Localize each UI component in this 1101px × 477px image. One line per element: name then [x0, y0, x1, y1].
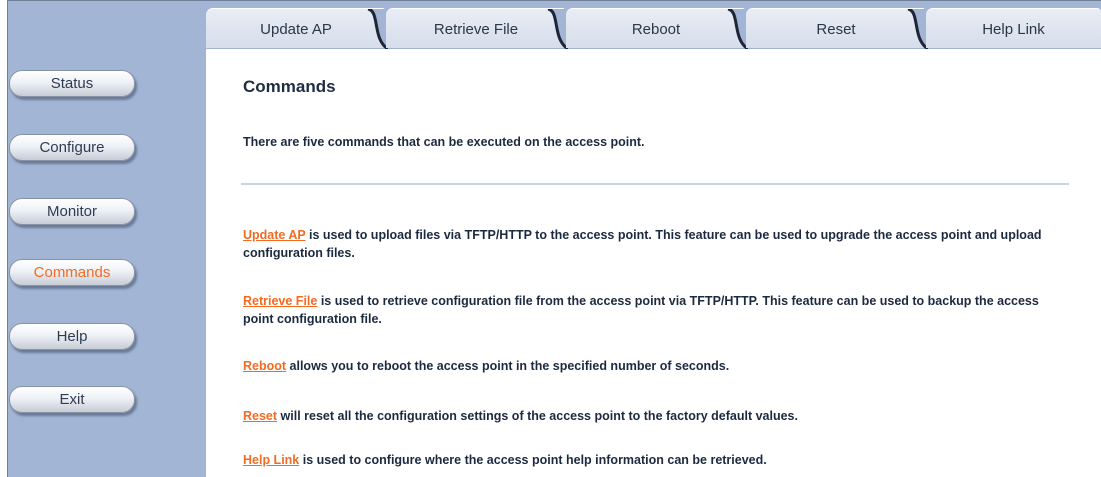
divider [241, 183, 1069, 185]
command-description-reset: Reset will reset all the configuration s… [243, 407, 1063, 425]
command-description-text: is used to retrieve configuration file f… [243, 294, 1039, 326]
command-description-text: is used to upload files via TFTP/HTTP to… [243, 228, 1042, 260]
tab-help-link[interactable]: Help Link [926, 8, 1101, 48]
command-description-reboot: Reboot allows you to reboot the access p… [243, 357, 1063, 375]
nav-exit-button[interactable]: Exit [9, 386, 135, 413]
nav-label: Monitor [46, 203, 98, 220]
update-ap-link[interactable]: Update AP [243, 228, 306, 242]
nav-status-button[interactable]: Status [9, 70, 135, 97]
nav-label: Commands [33, 264, 111, 281]
command-description-text: is used to configure where the access po… [299, 453, 767, 467]
nav-label: Status [50, 75, 94, 92]
page-title: Commands [243, 77, 336, 96]
nav-label: Exit [59, 391, 85, 408]
tab-curl [546, 9, 568, 49]
command-description-retrieve-file: Retrieve File is used to retrieve config… [243, 292, 1063, 328]
command-description-text: allows you to reboot the access point in… [286, 359, 730, 373]
tab-label: Update AP [260, 21, 332, 38]
command-description-update-ap: Update AP is used to upload files via TF… [243, 226, 1063, 262]
nav-help-button[interactable]: Help [9, 323, 135, 350]
tab-curl [726, 9, 748, 49]
nav-monitor-button[interactable]: Monitor [9, 198, 135, 225]
nav-label: Help [56, 328, 88, 345]
intro-text: There are five commands that can be exec… [243, 135, 645, 149]
reboot-link[interactable]: Reboot [243, 359, 286, 373]
nav-commands-button[interactable]: Commands [9, 259, 135, 286]
tab-label: Reset [816, 21, 856, 38]
tab-label: Retrieve File [433, 21, 519, 38]
retrieve-file-link[interactable]: Retrieve File [243, 294, 317, 308]
command-description-help-link: Help Link is used to configure where the… [243, 451, 1063, 469]
tab-label: Reboot [631, 21, 681, 38]
tab-reboot[interactable]: Reboot [566, 8, 748, 49]
tab-retrieve-file[interactable]: Retrieve File [386, 8, 568, 49]
tab-update-ap[interactable]: Update AP [206, 8, 388, 49]
tab-label: Help Link [982, 21, 1045, 38]
nav-label: Configure [39, 139, 105, 156]
tab-curl [366, 9, 388, 49]
command-description-text: will reset all the configuration setting… [277, 409, 798, 423]
tab-curl [906, 9, 928, 49]
tab-reset[interactable]: Reset [746, 8, 928, 49]
help-link-link[interactable]: Help Link [243, 453, 299, 467]
nav-configure-button[interactable]: Configure [9, 134, 135, 161]
reset-link[interactable]: Reset [243, 409, 277, 423]
